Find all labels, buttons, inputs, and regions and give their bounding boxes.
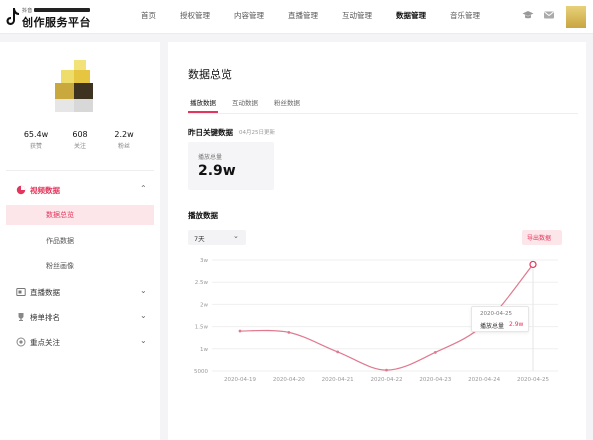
top-navigation-bar: 抖音 创作服务平台 首页 授权管理 内容管理 直播管理 互动管理 数据管理 音乐…: [0, 0, 593, 34]
user-avatar[interactable]: [566, 6, 586, 28]
y-tick-label: 2.5w: [195, 280, 209, 286]
live-screen-icon: [16, 288, 26, 296]
nav-item-interaction[interactable]: 互动管理: [342, 10, 372, 21]
stat-likes: 65.4w 获赞: [16, 130, 56, 150]
data-point: [287, 330, 291, 334]
data-point: [385, 368, 388, 372]
profile-avatar: [55, 60, 93, 112]
nav-item-authorization[interactable]: 授权管理: [180, 10, 210, 21]
mail-icon[interactable]: [543, 9, 555, 21]
y-tick-label: 2w: [200, 302, 208, 308]
y-tick-label: 5000: [194, 369, 208, 375]
sidebar-group-label: 榜单排名: [30, 313, 60, 322]
x-tick-label: 2020-04-21: [322, 377, 354, 383]
sidebar-item-overview[interactable]: 数据总览: [6, 205, 154, 225]
tooltip-label: 播放总量: [480, 323, 505, 330]
sidebar-group-label: 视频数据: [30, 186, 60, 195]
highlighted-data-point: [529, 260, 537, 269]
stat-fans-value: 2.2w: [114, 130, 134, 139]
graduation-cap-icon[interactable]: [522, 9, 534, 21]
y-tick-label: 3w: [200, 258, 208, 264]
chevron-down-icon: ⌄: [140, 286, 147, 295]
sidebar-group-label: 直播数据: [30, 288, 60, 297]
nav-item-data[interactable]: 数据管理: [396, 10, 426, 21]
nav-item-music[interactable]: 音乐管理: [450, 10, 480, 21]
sidebar-group-live-data[interactable]: 直播数据 ⌄: [0, 284, 160, 302]
sidebar-item-label: 粉丝画像: [46, 262, 74, 270]
tooltip-value: 2.9w: [509, 321, 524, 328]
chart-tooltip: 2020-04-25 播放总量 2.9w: [471, 306, 529, 332]
stat-fans: 2.2w 粉丝: [104, 130, 144, 150]
tooltip-date: 2020-04-25: [480, 311, 512, 317]
chevron-up-icon: ⌃: [140, 184, 147, 193]
stat-fans-label: 粉丝: [117, 143, 130, 150]
sidebar-divider: [6, 170, 154, 171]
brand-small-text: 抖音: [22, 8, 33, 14]
stat-following-value: 608: [72, 130, 88, 139]
nav-item-content[interactable]: 内容管理: [234, 10, 264, 21]
brand-logo[interactable]: 抖音 创作服务平台: [6, 5, 106, 29]
x-tick-label: 2020-04-25: [517, 377, 549, 383]
stat-following: 608 关注: [60, 130, 100, 150]
data-point: [336, 350, 340, 354]
stat-likes-label: 获赞: [29, 143, 42, 150]
chevron-down-icon: ⌄: [140, 311, 147, 320]
pie-chart-icon: [16, 185, 26, 195]
trophy-icon: [18, 313, 24, 321]
sidebar-item-works-data[interactable]: 作品数据: [6, 231, 154, 251]
brand-tagline-bar: [34, 8, 90, 12]
y-tick-label: 1w: [200, 347, 208, 353]
data-point: [238, 329, 242, 333]
sidebar-item-label: 作品数据: [46, 237, 74, 245]
main-panel: 数据总览 播放数据 互动数据 粉丝数据 昨日关键数据 04月25日更新 播放总量…: [168, 42, 586, 440]
x-tick-label: 2020-04-19: [224, 377, 256, 383]
brand-name: 创作服务平台: [22, 16, 91, 29]
nav-item-home[interactable]: 首页: [141, 10, 156, 21]
y-tick-label: 1.5w: [195, 325, 209, 331]
sidebar-group-focus[interactable]: 重点关注 ⌄: [0, 334, 160, 352]
sidebar-item-fan-profile[interactable]: 粉丝画像: [6, 256, 154, 276]
douyin-logo-icon: [6, 8, 19, 25]
x-tick-label: 2020-04-20: [273, 377, 305, 383]
x-tick-label: 2020-04-23: [419, 377, 451, 383]
chevron-down-icon: ⌄: [140, 336, 147, 345]
sidebar-item-label: 数据总览: [46, 211, 74, 219]
x-tick-label: 2020-04-24: [468, 377, 500, 383]
x-tick-label: 2020-04-22: [371, 377, 403, 383]
stat-likes-value: 65.4w: [23, 130, 49, 139]
target-icon: [16, 337, 26, 347]
stat-following-label: 关注: [73, 143, 86, 150]
sidebar-group-rankings[interactable]: 榜单排名 ⌄: [0, 309, 160, 327]
data-point: [433, 350, 437, 354]
left-sidebar: 65.4w 获赞 608 关注 2.2w 粉丝 视频数据 ⌃ 数据总览 作品数据…: [0, 42, 160, 440]
sidebar-group-label: 重点关注: [30, 338, 60, 347]
nav-item-live[interactable]: 直播管理: [288, 10, 318, 21]
sidebar-group-video-data[interactable]: 视频数据 ⌃: [0, 182, 160, 200]
play-data-line-chart: 5000 1w 1.5w 2w 2.5w 3w 2020-04-19 2020-04-20 20…: [194, 258, 558, 383]
